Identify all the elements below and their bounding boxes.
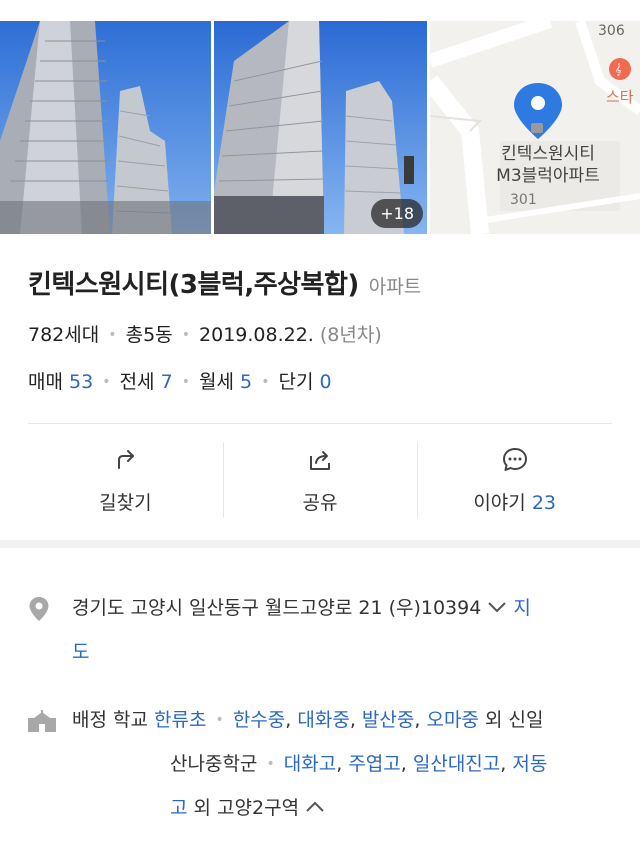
address-text: 경기도 고양시 일산동구 월드고양로 21 (우)10394	[72, 597, 482, 619]
school-middle-1[interactable]: 한수중	[233, 709, 285, 731]
location-map[interactable]: 𝄞 306 스타 킨텍스원시티 M3블럭아파트 301	[430, 21, 640, 234]
place-category: 아파트	[368, 276, 422, 298]
school-high-1[interactable]: 대화고	[284, 753, 336, 775]
directions-button[interactable]: 길찾기	[28, 424, 223, 536]
school-icon	[28, 710, 56, 732]
household-count: 782세대	[28, 324, 100, 346]
listing-counts: 매매 53 • 전세 7 • 월세 5 • 단기 0	[28, 367, 332, 394]
school-middle-4[interactable]: 오마중	[426, 709, 478, 731]
directions-label: 길찾기	[99, 491, 152, 514]
building-count: 총5동	[125, 324, 173, 346]
talk-label: 이야기 23	[473, 491, 557, 514]
building-age: (8년차)	[319, 324, 382, 346]
deal-short-term[interactable]: 단기 0	[279, 371, 332, 393]
completion-date: 2019.08.22.	[199, 324, 314, 346]
share-label: 공유	[302, 491, 338, 514]
school-middle-group: 산나중학군	[170, 753, 258, 775]
school-middle-2[interactable]: 대화중	[297, 709, 349, 731]
school-high-3[interactable]: 일산대진고	[413, 753, 500, 775]
map-building-label: 킨텍스원시티 M3블럭아파트	[496, 144, 600, 186]
location-pin-icon	[29, 597, 49, 621]
more-photos-badge[interactable]: +18	[371, 199, 423, 228]
apartment-photo-2[interactable]: +18	[214, 21, 427, 234]
chevron-down-icon[interactable]	[487, 600, 507, 614]
talk-button[interactable]: 이야기 23	[417, 424, 612, 536]
separator-dot: •	[102, 374, 111, 390]
school-high-4[interactable]: 저동	[512, 753, 547, 775]
share-icon	[310, 450, 330, 470]
map-poi-label: 스타	[606, 88, 634, 106]
apartment-photo-1[interactable]	[0, 21, 211, 234]
map-road-number: 306	[598, 23, 625, 39]
separator-dot: •	[261, 374, 270, 390]
map-link[interactable]: 지	[513, 597, 530, 619]
share-button[interactable]: 공유	[222, 424, 418, 536]
photo-strip: +18 𝄞 306 스타 킨텍스원시티 M3블럭아파트 301	[0, 21, 640, 234]
school-high-2[interactable]: 주엽고	[348, 753, 400, 775]
school-label: 배정 학교	[72, 709, 148, 731]
directions-icon	[118, 449, 135, 469]
school-elementary[interactable]: 한류초	[154, 709, 206, 731]
svg-text:𝄞: 𝄞	[615, 63, 622, 76]
school-high-4-continued[interactable]: 고	[170, 797, 187, 819]
deal-sale[interactable]: 매매 53	[28, 371, 93, 393]
school-middle-3[interactable]: 발산중	[362, 709, 414, 731]
building-meta: 782세대 • 총5동 • 2019.08.22. (8년차)	[28, 320, 382, 347]
place-header: 킨텍스원시티(3블럭,주상복합) 아파트	[28, 264, 421, 301]
deal-monthly[interactable]: 월세 5	[199, 371, 252, 393]
map-link-continued[interactable]: 도	[72, 641, 89, 663]
separator-dot: •	[181, 327, 190, 343]
separator-dot: •	[266, 756, 275, 772]
separator-dot: •	[108, 327, 117, 343]
chat-bubble-icon	[502, 447, 527, 471]
separator-dot: •	[181, 374, 190, 390]
school-middle-more: 외 신일	[484, 709, 544, 731]
action-bar: 길찾기 공유 이야기 23	[28, 424, 612, 536]
map-address-number: 301	[510, 192, 537, 208]
separator-dot: •	[215, 712, 224, 728]
section-divider	[0, 540, 640, 548]
deal-jeonse[interactable]: 전세 7	[120, 371, 173, 393]
chevron-up-icon[interactable]	[305, 800, 325, 814]
school-high-more: 외 고양2구역	[193, 797, 300, 819]
place-title: 킨텍스원시티(3블럭,주상복합)	[28, 270, 359, 300]
talk-count: 23	[531, 491, 557, 514]
